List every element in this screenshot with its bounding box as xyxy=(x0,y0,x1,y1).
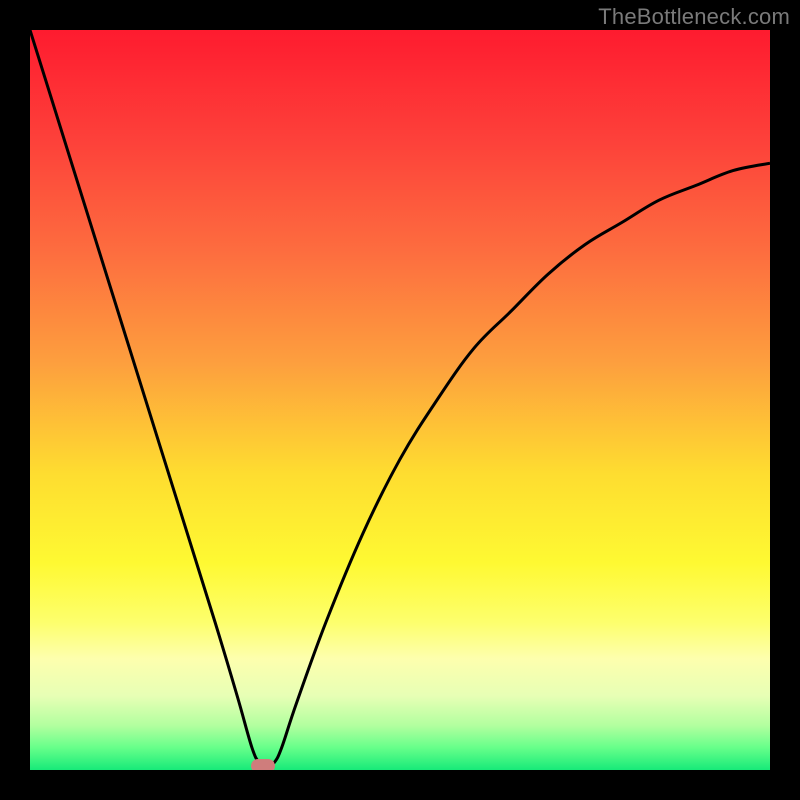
plot-area xyxy=(30,30,770,770)
chart-frame: TheBottleneck.com xyxy=(0,0,800,800)
attribution-text: TheBottleneck.com xyxy=(598,4,790,30)
optimal-point-marker xyxy=(251,759,275,770)
bottleneck-curve xyxy=(30,30,770,770)
